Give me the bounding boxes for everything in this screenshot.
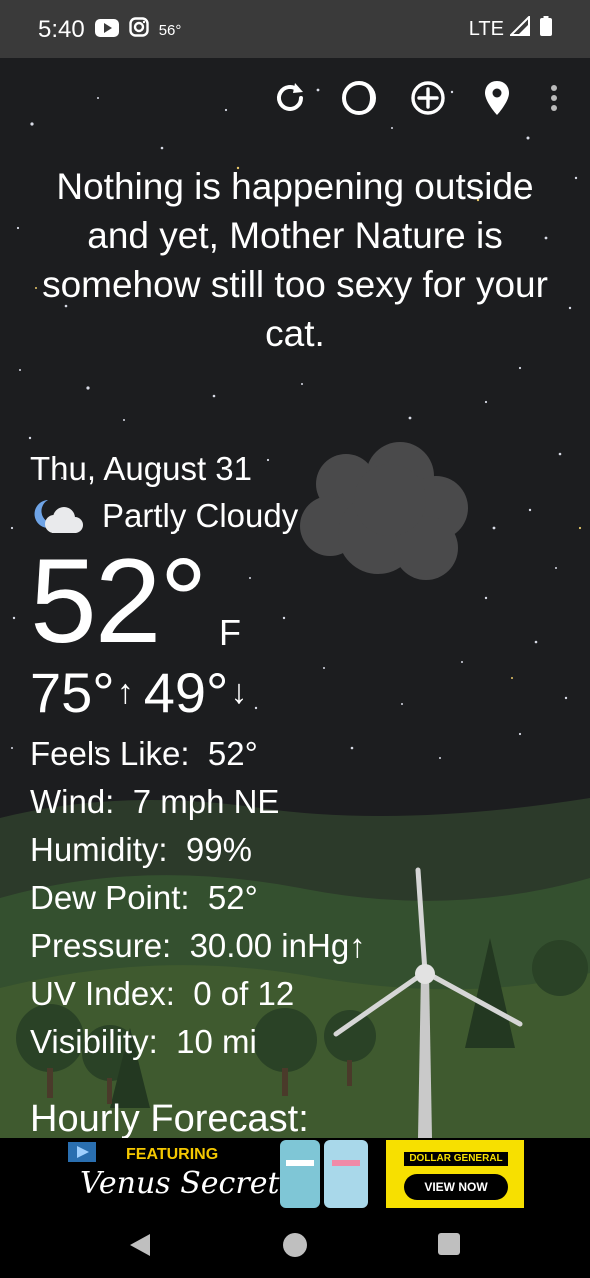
detail-label: Visibility: bbox=[30, 1023, 158, 1060]
detail-row: UV Index: 0 of 12 bbox=[30, 970, 366, 1018]
detail-label: Dew Point: bbox=[30, 879, 190, 916]
low-temperature: 49° bbox=[143, 661, 229, 724]
location-pin-icon bbox=[485, 81, 509, 115]
current-temperature: 52° bbox=[30, 534, 207, 668]
detail-value: 52° bbox=[207, 735, 258, 772]
add-location-button[interactable] bbox=[408, 78, 448, 118]
detail-label: Humidity: bbox=[30, 831, 168, 868]
condition-row: Partly Cloudy bbox=[30, 496, 298, 536]
home-icon bbox=[283, 1233, 307, 1257]
partly-cloudy-night-icon bbox=[34, 500, 83, 533]
refresh-icon bbox=[277, 83, 303, 111]
system-nav-bar bbox=[0, 1210, 590, 1278]
back-icon bbox=[130, 1234, 150, 1256]
ad-featuring-label: FEATURING bbox=[126, 1146, 219, 1163]
weather-details: Feels Like: 52° Wind: 7 mph NE Humidity:… bbox=[30, 730, 366, 1066]
detail-row: Wind: 7 mph NE bbox=[30, 778, 366, 826]
weather-quote: Nothing is happening outside and yet, Mo… bbox=[42, 166, 548, 354]
high-temperature: 75° bbox=[30, 661, 115, 724]
detail-value: 52° bbox=[207, 879, 258, 916]
ad-view-now-button[interactable]: VIEW NOW bbox=[404, 1174, 508, 1200]
top-actions bbox=[270, 78, 561, 118]
hourly-forecast-title: Hourly Forecast: bbox=[30, 1098, 309, 1140]
moon-phase-icon bbox=[342, 81, 376, 115]
arrow-down-icon: ↓ bbox=[230, 673, 248, 711]
moon-phase-button[interactable] bbox=[339, 78, 379, 118]
condition-text: Partly Cloudy bbox=[102, 497, 299, 534]
detail-value: 10 mi bbox=[176, 1023, 257, 1060]
youtube-icon bbox=[94, 17, 119, 43]
forecast-date: Thu, August 31 bbox=[30, 450, 252, 487]
more-vert-icon bbox=[551, 85, 557, 111]
detail-value: 0 of 12 bbox=[193, 975, 295, 1012]
status-bar: 5:40 56° LTE bbox=[0, 0, 590, 58]
status-time: 5:40 bbox=[38, 16, 85, 43]
temperature-unit: F bbox=[219, 612, 241, 653]
detail-label: Wind: bbox=[30, 783, 115, 820]
detail-row: Pressure: 30.00 inHg↑ bbox=[30, 922, 366, 970]
detail-label: UV Index: bbox=[30, 975, 175, 1012]
recents-button[interactable] bbox=[437, 1232, 461, 1261]
detail-row: Feels Like: 52° bbox=[30, 730, 366, 778]
add-location-icon bbox=[411, 81, 445, 115]
back-button[interactable] bbox=[128, 1232, 152, 1263]
home-button[interactable] bbox=[282, 1232, 308, 1263]
status-left: 5:40 56° bbox=[38, 16, 181, 44]
status-right: LTE bbox=[468, 14, 552, 42]
ad-product-image bbox=[280, 1140, 368, 1208]
arrow-up-icon: ↑ bbox=[116, 673, 134, 711]
ad-sponsor-logo: DOLLAR GENERAL bbox=[404, 1152, 508, 1166]
detail-label: Pressure: bbox=[30, 927, 172, 964]
battery-icon bbox=[540, 16, 552, 42]
detail-row: Dew Point: 52° bbox=[30, 874, 366, 922]
ad-play-icon bbox=[68, 1142, 96, 1162]
detail-row: Visibility: 10 mi bbox=[30, 1018, 366, 1066]
instagram-icon bbox=[129, 17, 149, 43]
recents-icon bbox=[438, 1233, 460, 1255]
ad-brand-logo: Venus Secret bbox=[80, 1166, 280, 1201]
overflow-menu-button[interactable] bbox=[547, 78, 561, 118]
status-temperature: 56° bbox=[158, 21, 182, 39]
detail-label: Feels Like: bbox=[30, 735, 190, 772]
refresh-button[interactable] bbox=[270, 78, 310, 118]
detail-value: 7 mph NE bbox=[132, 783, 280, 820]
windmill-illustration bbox=[333, 867, 523, 1138]
cloud-illustration bbox=[300, 442, 468, 580]
high-low-row: 75° ↑ 49° ↓ bbox=[30, 660, 257, 725]
signal-icon bbox=[508, 14, 530, 42]
detail-row: Humidity: 99% bbox=[30, 826, 366, 874]
network-type: LTE bbox=[468, 17, 504, 40]
detail-value: 99% bbox=[185, 831, 252, 868]
location-button[interactable] bbox=[477, 78, 517, 118]
